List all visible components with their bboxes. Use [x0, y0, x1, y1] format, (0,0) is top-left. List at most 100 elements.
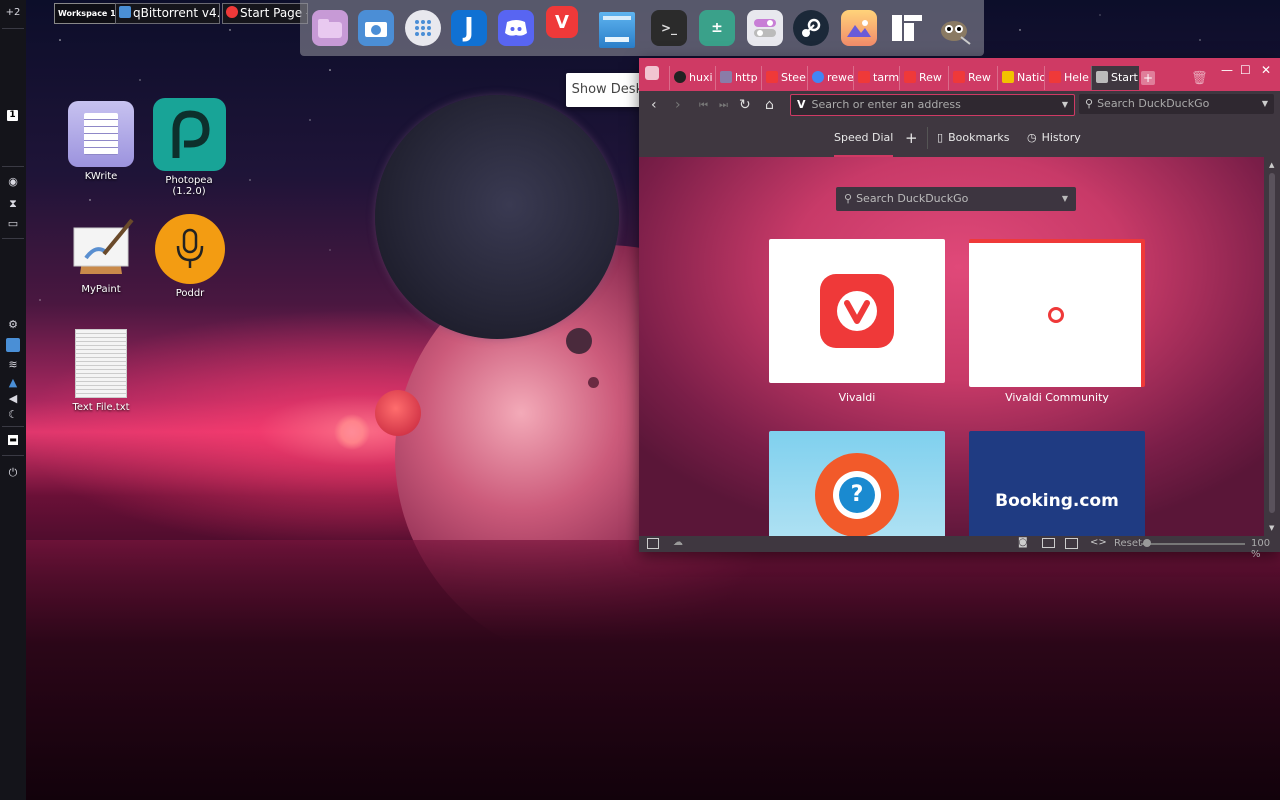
joplin-icon[interactable]: J	[451, 10, 487, 46]
tab[interactable]: Stee	[761, 66, 807, 90]
folder-icon[interactable]: ▭	[6, 217, 20, 231]
zoom-slider[interactable]	[1141, 543, 1245, 545]
new-tab-button[interactable]: +	[1141, 71, 1155, 85]
search-input[interactable]: ⚲ Search DuckDuckGo ▼	[1079, 94, 1274, 114]
vivaldi-icon[interactable]: V	[546, 6, 578, 38]
tab[interactable]: Natio	[997, 66, 1044, 90]
active-workspace-indicator[interactable]: 1	[7, 110, 18, 121]
vivaldi-icon	[766, 71, 778, 83]
desktop-icon-label: KWrite	[84, 171, 118, 182]
cloud-icon[interactable]: ☁	[673, 537, 683, 548]
reload-icon[interactable]: ↻	[739, 97, 751, 113]
red-planet	[375, 390, 421, 436]
workspace-count[interactable]: +2	[4, 6, 22, 20]
image-icon[interactable]	[1065, 538, 1078, 549]
steam-icon[interactable]	[793, 10, 829, 46]
volume-icon[interactable]: ◀	[6, 392, 20, 406]
task-vivaldi[interactable]: Start Page - Vi	[222, 3, 308, 24]
hourglass-icon[interactable]: ⧗	[6, 197, 20, 211]
scroll-thumb[interactable]	[1269, 173, 1275, 513]
tab[interactable]: Hele	[1044, 66, 1091, 90]
chevron-down-icon[interactable]: ▼	[1262, 94, 1268, 114]
sail-icon	[720, 71, 732, 83]
tab[interactable]: tarm	[853, 66, 899, 90]
settings-toggle-icon[interactable]	[747, 10, 783, 46]
text-file-icon	[75, 329, 127, 398]
grid-icon	[1096, 71, 1108, 83]
code-icon[interactable]: <>	[1090, 537, 1107, 548]
trash-icon[interactable]: 🗑	[1191, 71, 1208, 86]
tab[interactable]: huxi	[669, 66, 715, 90]
vivaldi-logo-icon	[820, 274, 894, 348]
calculator-icon[interactable]: ±	[699, 10, 735, 46]
screenshot-icon[interactable]	[358, 10, 394, 46]
back-icon[interactable]: ‹	[651, 97, 657, 113]
fast-forward-icon[interactable]: ⏭	[719, 100, 728, 111]
tab[interactable]: rewe	[807, 66, 853, 90]
planet	[375, 95, 619, 339]
tab-bookmarks[interactable]: ▯ Bookmarks	[937, 119, 1010, 157]
desktop-icon-textfile[interactable]: Text File.txt	[61, 329, 141, 413]
chevron-down-icon[interactable]: ▼	[1062, 95, 1068, 115]
wifi-icon[interactable]: ≋	[6, 358, 20, 372]
zoom-reset-button[interactable]: Reset	[1114, 538, 1142, 549]
tab[interactable]: Rew	[899, 66, 948, 90]
close-button[interactable]: ✕	[1261, 63, 1271, 77]
show-desktop-icon[interactable]	[599, 12, 635, 48]
desktop-icon-kwrite[interactable]: KWrite	[61, 101, 141, 182]
moon-icon[interactable]: ☾	[6, 408, 20, 422]
home-icon[interactable]: ⌂	[765, 97, 774, 113]
rewind-icon[interactable]: ⏮	[699, 100, 708, 111]
browser-icon[interactable]: ◉	[6, 175, 20, 189]
workspace-label[interactable]: Workspace 1	[54, 3, 120, 24]
desktop-icon-mypaint[interactable]: MyPaint	[61, 214, 141, 295]
chevron-down-icon[interactable]: ▼	[1062, 187, 1068, 211]
minimize-button[interactable]: —	[1221, 63, 1233, 77]
task-qbittorrent[interactable]: qBittorrent v4...	[115, 3, 220, 24]
desktop-icon-label: Text File.txt	[72, 402, 130, 413]
speed-dial-nav: Speed Dial + ▯ Bookmarks ◷ History	[639, 119, 1280, 158]
vertical-scrollbar[interactable]: ▲ ▼	[1264, 157, 1280, 536]
vivaldi-icon	[858, 71, 870, 83]
app-icon[interactable]	[6, 338, 20, 352]
bell-icon[interactable]: ▲	[6, 376, 20, 390]
discord-icon[interactable]	[498, 10, 534, 46]
maximize-button[interactable]: ☐	[1240, 63, 1251, 77]
search-icon: ⚲	[844, 192, 853, 205]
desktop-icon-label: MyPaint	[81, 284, 121, 295]
camera-icon[interactable]: ◙	[1018, 537, 1028, 548]
gear-icon[interactable]: ⚙	[6, 318, 20, 332]
tab-speed-dial[interactable]: Speed Dial	[834, 119, 894, 157]
minimize-icon[interactable]: ▬	[8, 435, 18, 445]
address-input[interactable]: V Search or enter an address ▼	[790, 94, 1075, 116]
power-icon[interactable]: ⏻	[6, 466, 20, 480]
vivaldi-menu-icon[interactable]	[645, 66, 659, 80]
desktop-icon-poddr[interactable]: Poddr	[150, 214, 230, 299]
scroll-down-icon[interactable]: ▼	[1269, 524, 1274, 532]
speed-dial-tile-booking[interactable]: Booking.com	[969, 431, 1145, 536]
tab-active[interactable]: Start	[1091, 66, 1139, 90]
tile-icon[interactable]	[1042, 538, 1055, 548]
zoom-slider-handle[interactable]	[1143, 539, 1151, 547]
status-bar: ☁ ◙ <> Reset 100 %	[639, 536, 1280, 560]
photos-icon[interactable]	[841, 10, 877, 46]
terminal-icon[interactable]: >_	[651, 10, 687, 46]
add-speed-dial-button[interactable]: +	[905, 119, 918, 157]
jungle-silhouette	[0, 540, 1280, 800]
speed-dial-tile-vivaldi[interactable]	[769, 239, 945, 383]
panel-toggle-icon[interactable]	[647, 538, 659, 549]
speed-dial-search-input[interactable]: ⚲ Search DuckDuckGo ▼	[836, 187, 1076, 211]
tab-history[interactable]: ◷ History	[1027, 119, 1081, 157]
tab[interactable]: Rew	[948, 66, 997, 90]
scroll-up-icon[interactable]: ▲	[1269, 161, 1274, 169]
forward-icon[interactable]: ›	[675, 97, 681, 113]
dock: J V >_ ±	[300, 0, 984, 56]
gimp-icon[interactable]	[936, 10, 972, 46]
app-grid-icon[interactable]	[405, 10, 441, 46]
files-icon[interactable]	[312, 10, 348, 46]
typora-icon[interactable]	[889, 10, 925, 46]
speed-dial-tile-help[interactable]: ?	[769, 431, 945, 536]
desktop-icon-photopea[interactable]: Photopea (1.2.0)	[149, 98, 229, 197]
speed-dial-tile-vivaldi-community[interactable]	[969, 239, 1145, 387]
tab[interactable]: http	[715, 66, 761, 90]
